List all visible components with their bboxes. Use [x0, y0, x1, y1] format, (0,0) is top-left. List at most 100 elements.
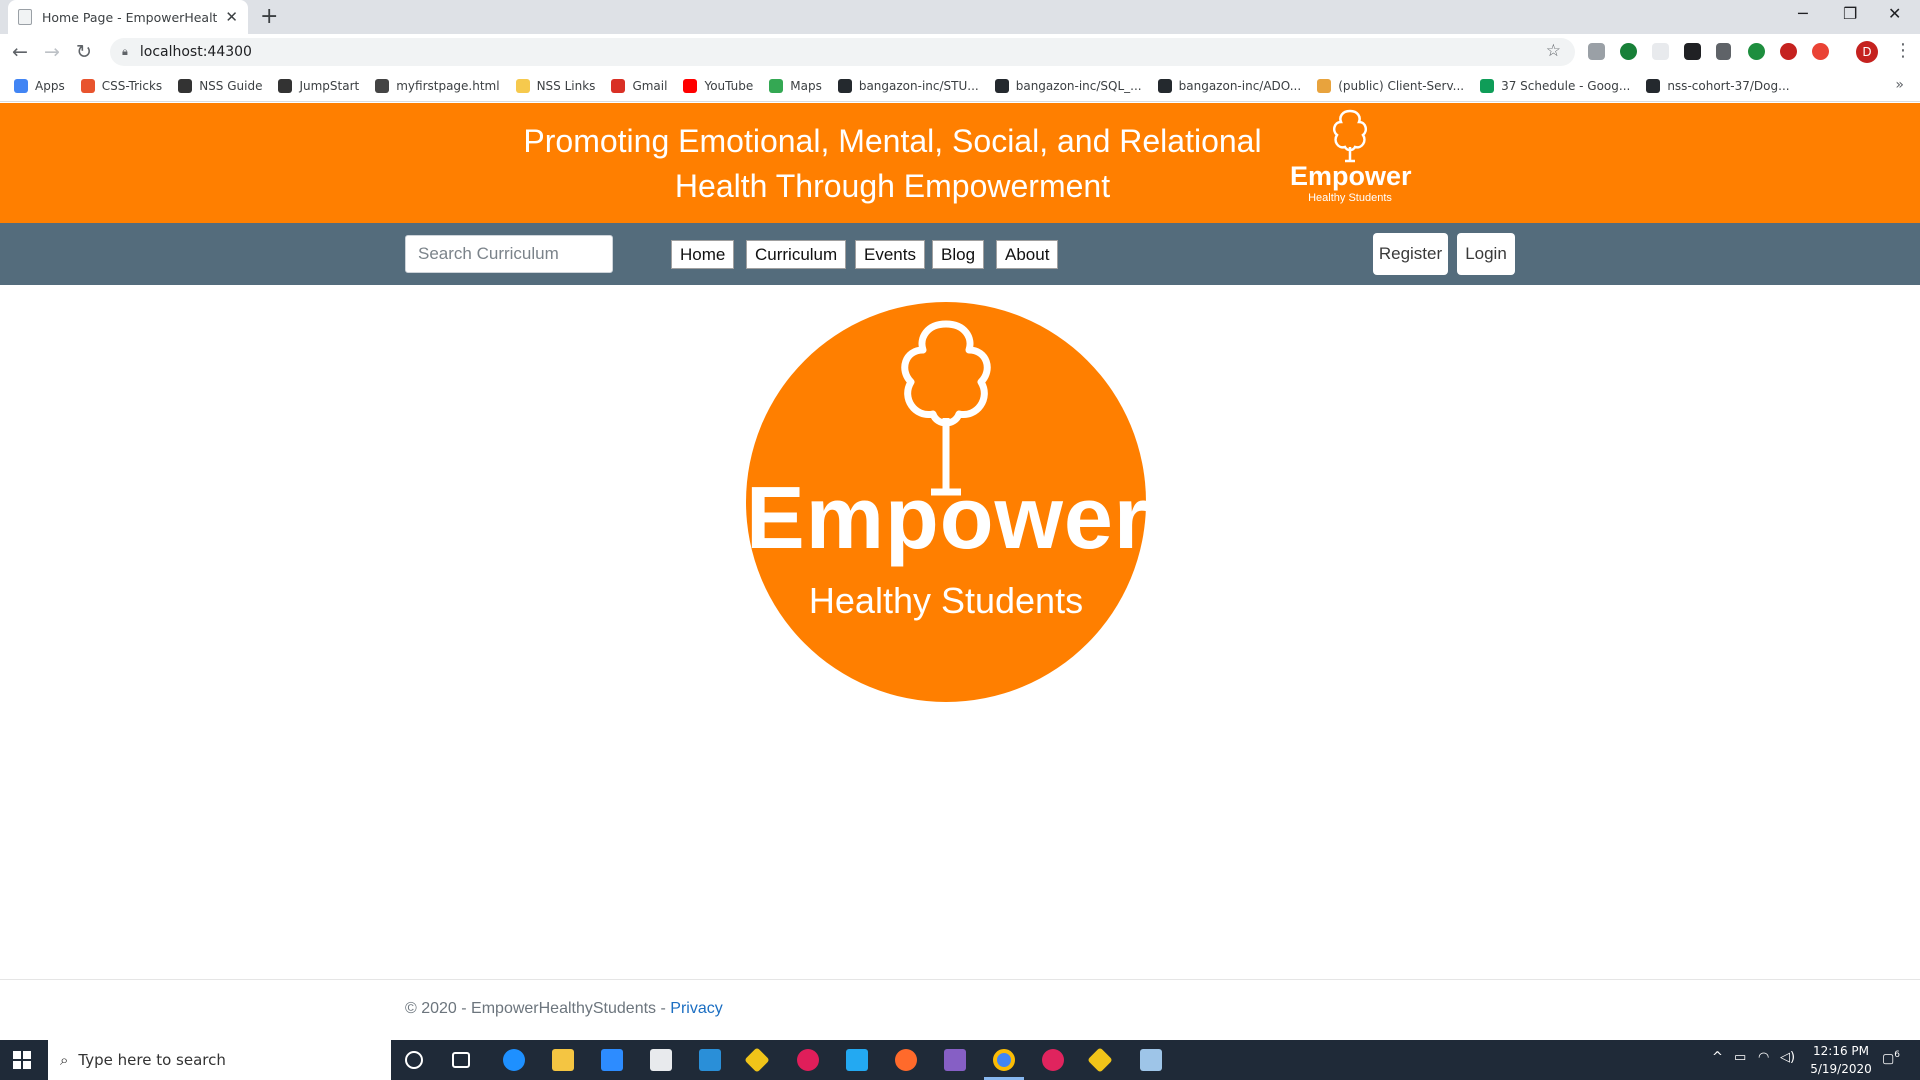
vscode-icon[interactable] [846, 1049, 868, 1071]
search-curriculum-input[interactable] [405, 235, 613, 273]
bookmark-item[interactable]: Maps [769, 78, 822, 93]
extension-icon[interactable] [1684, 43, 1701, 60]
taskbar-search-box[interactable]: ⌕ Type here to search [48, 1040, 391, 1080]
forward-icon[interactable]: → [44, 41, 60, 63]
site-logo[interactable]: Empower Healthy Students [1290, 107, 1412, 204]
apps-grid-icon [14, 78, 28, 93]
bookmark-label: myfirstpage.html [396, 78, 500, 93]
app-icon[interactable] [1042, 1049, 1064, 1071]
bookmark-label: bangazon-inc/STU... [858, 78, 979, 93]
bookmark-item[interactable]: 37 Schedule - Goog... [1480, 78, 1631, 93]
bookmark-label: CSS-Tricks [101, 78, 163, 93]
bookmark-star-icon[interactable]: ☆ [1546, 41, 1561, 61]
battery-icon[interactable]: ▭ [1734, 1050, 1746, 1065]
lock-icon: 🔒︎ [122, 45, 128, 58]
bookmark-item[interactable]: Apps [14, 78, 65, 93]
privacy-link[interactable]: Privacy [670, 1000, 722, 1017]
nav-events-link[interactable]: Events [855, 240, 925, 269]
new-tab-icon[interactable]: + [260, 4, 278, 29]
profile-avatar[interactable]: D [1856, 41, 1878, 63]
bookmark-item[interactable]: NSS Guide [178, 78, 262, 93]
close-tab-icon[interactable]: ✕ [225, 8, 238, 26]
bookmark-item[interactable]: nss-cohort-37/Dog... [1646, 78, 1790, 93]
main-navbar: Home Curriculum Events Blog About Regist… [0, 223, 1920, 285]
bookmark-label: Apps [35, 78, 65, 93]
register-button[interactable]: Register [1373, 233, 1448, 275]
git-kraken-icon[interactable] [744, 1047, 770, 1073]
bookmark-item[interactable]: myfirstpage.html [375, 78, 500, 93]
grammarly-extension-icon[interactable] [1748, 43, 1765, 60]
evernote-extension-icon[interactable] [1620, 43, 1637, 60]
file-explorer-icon[interactable] [552, 1049, 574, 1071]
bookmark-item[interactable]: YouTube [683, 78, 753, 93]
github-icon [837, 78, 852, 93]
nss-icon [278, 78, 293, 93]
nss-icon [178, 78, 193, 93]
chrome-icon[interactable] [993, 1049, 1015, 1071]
json-extension-icon[interactable] [1716, 43, 1731, 60]
page-favicon-icon [18, 9, 32, 25]
mail-icon[interactable] [699, 1049, 721, 1071]
taskbar-clock[interactable]: 12:16 PM 5/19/2020 [1800, 1042, 1882, 1078]
bookmark-item[interactable]: (public) Client-Serv... [1317, 78, 1464, 93]
volume-icon[interactable]: ◁) [1780, 1050, 1795, 1065]
restore-icon[interactable]: ❐ [1843, 4, 1857, 23]
bookmark-item[interactable]: bangazon-inc/SQL_... [994, 78, 1142, 93]
close-window-icon[interactable]: ✕ [1888, 4, 1901, 23]
dollar-icon [1317, 78, 1332, 93]
taskbar-search-placeholder: Type here to search [78, 1051, 226, 1069]
windows-taskbar: ⌕ Type here to search ^ ▭ ◠ ◁) 12:16 PM … [0, 1040, 1920, 1080]
bookmark-label: Gmail [632, 78, 668, 93]
browser-tab[interactable]: Home Page - EmpowerHealthySt ✕ [8, 0, 248, 34]
clock-date: 5/19/2020 [1810, 1062, 1872, 1076]
visual-studio-icon[interactable] [944, 1049, 966, 1071]
address-bar[interactable]: 🔒︎ localhost:44300 ☆ [110, 38, 1575, 66]
chrome-menu-icon[interactable]: ⋮ [1894, 40, 1912, 61]
tab-title: Home Page - EmpowerHealthySt [42, 9, 217, 25]
url-text: localhost:44300 [139, 44, 252, 60]
login-button[interactable]: Login [1457, 233, 1515, 275]
header-banner: Promoting Emotional, Mental, Social, and… [0, 103, 1920, 223]
show-hidden-icons-icon[interactable]: ^ [1712, 1050, 1723, 1065]
bookmark-item[interactable]: Gmail [611, 78, 668, 93]
slack-icon[interactable] [797, 1049, 819, 1071]
browser-tabstrip: Home Page - EmpowerHealthySt ✕ + ─ ❐ ✕ [0, 0, 1920, 34]
postman-icon[interactable] [895, 1049, 917, 1071]
nav-home-link[interactable]: Home [671, 240, 735, 269]
logo-name: Empower [1290, 161, 1412, 191]
edge-icon[interactable] [503, 1049, 525, 1071]
zoom-icon[interactable] [601, 1049, 623, 1071]
bookmark-label: bangazon-inc/SQL_... [1015, 78, 1142, 93]
nav-about-link[interactable]: About [996, 240, 1059, 269]
wifi-icon[interactable]: ◠ [1758, 1050, 1769, 1065]
bookmark-label: 37 Schedule - Goog... [1501, 78, 1631, 93]
minimize-icon[interactable]: ─ [1798, 4, 1808, 23]
app-icon[interactable] [1087, 1047, 1113, 1073]
back-icon[interactable]: ← [12, 41, 28, 63]
cortana-icon[interactable] [405, 1051, 423, 1069]
hero-title: Empower [746, 468, 1150, 567]
more-bookmarks-icon[interactable]: » [1895, 77, 1904, 93]
bookmark-label: JumpStart [299, 78, 360, 93]
bookmark-item[interactable]: NSS Links [515, 78, 595, 93]
notification-icon[interactable]: ▢6 [1882, 1050, 1900, 1066]
notification-count: 6 [1894, 1050, 1901, 1060]
bookmark-item[interactable]: bangazon-inc/ADO... [1157, 78, 1301, 93]
bookmark-label: nss-cohort-37/Dog... [1667, 78, 1790, 93]
nav-curriculum-link[interactable]: Curriculum [746, 240, 847, 269]
adblock-extension-icon[interactable] [1780, 43, 1797, 60]
footer-copyright: © 2020 - EmpowerHealthyStudents - [405, 1000, 666, 1017]
reload-icon[interactable]: ↻ [76, 41, 92, 63]
bookmark-item[interactable]: JumpStart [278, 78, 360, 93]
extension-icon[interactable] [1652, 43, 1669, 60]
windows-start-icon[interactable] [13, 1051, 31, 1069]
logo-subtitle: Healthy Students [1308, 192, 1392, 204]
nav-blog-link[interactable]: Blog [932, 240, 985, 269]
bookmark-item[interactable]: bangazon-inc/STU... [837, 78, 979, 93]
task-view-icon[interactable] [452, 1052, 470, 1068]
lastpass-extension-icon[interactable] [1812, 43, 1829, 60]
app-icon[interactable] [1140, 1049, 1162, 1071]
extension-icon[interactable] [1588, 43, 1605, 60]
bookmark-item[interactable]: CSS-Tricks [80, 78, 163, 93]
store-icon[interactable] [650, 1049, 672, 1071]
